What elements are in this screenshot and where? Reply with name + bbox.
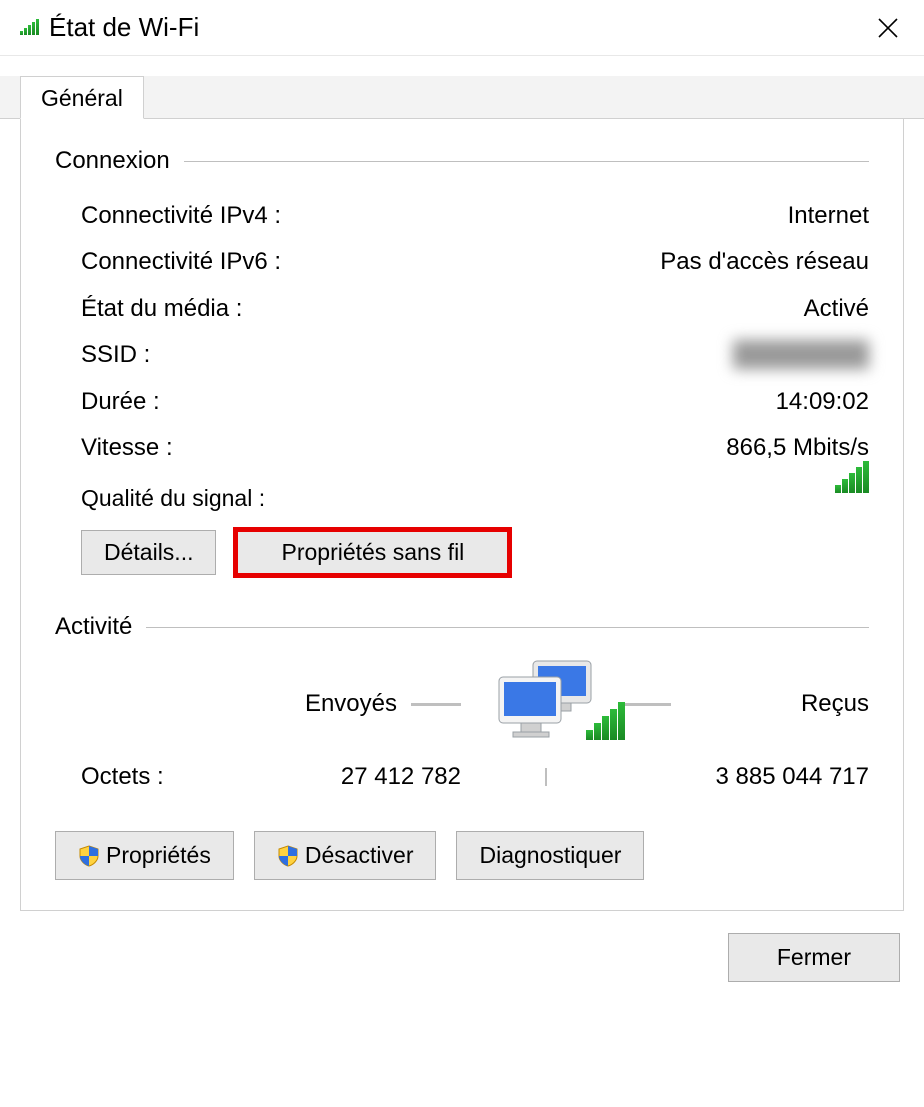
activity-grid: Envoyés [55, 659, 869, 791]
tick-icon [545, 768, 547, 786]
duration-label: Durée : [81, 383, 160, 421]
properties-button-label: Propriétés [106, 842, 211, 869]
sent-label: Envoyés [305, 690, 397, 718]
row-speed: Vitesse : 866,5 Mbits/s [55, 425, 869, 471]
received-label: Reçus [685, 690, 869, 718]
ipv4-label: Connectivité IPv4 : [81, 197, 281, 235]
duration-value: 14:09:02 [776, 383, 869, 421]
row-ipv6: Connectivité IPv6 : Pas d'accès réseau [55, 239, 869, 285]
tab-general[interactable]: Général [20, 76, 144, 119]
close-icon [877, 17, 899, 39]
connection-heading-label: Connexion [55, 147, 170, 175]
dash-icon [621, 703, 671, 706]
bytes-sent-value: 27 412 782 [291, 763, 471, 791]
ssid-label: SSID : [81, 336, 150, 374]
wifi-status-dialog: État de Wi-Fi Général Connexion Connecti… [0, 0, 924, 1012]
window-title: État de Wi-Fi [49, 12, 860, 43]
dash-icon [411, 703, 461, 706]
signal-label: Qualité du signal : [81, 471, 265, 512]
bytes-label: Octets : [81, 763, 291, 791]
shield-icon [277, 845, 299, 867]
signal-bars-icon [586, 702, 625, 747]
ipv6-value: Pas d'accès réseau [660, 243, 869, 281]
ssid-value: ████████ [733, 336, 869, 374]
activity-computers-icon [471, 659, 621, 749]
diagnose-button-label: Diagnostiquer [479, 842, 621, 869]
titlebar: État de Wi-Fi [0, 0, 924, 56]
row-ssid: SSID : ████████ [55, 332, 869, 378]
wireless-properties-button[interactable]: Propriétés sans fil [236, 530, 509, 575]
row-media: État du média : Activé [55, 286, 869, 332]
disable-button[interactable]: Désactiver [254, 831, 437, 880]
tab-content: Connexion Connectivité IPv4 : Internet C… [20, 119, 904, 911]
close-button[interactable] [860, 0, 916, 56]
close-dialog-button[interactable]: Fermer [728, 933, 900, 982]
bytes-received-value: 3 885 044 717 [621, 763, 869, 791]
signal-quality-icon [835, 461, 869, 499]
signal-bars-icon [20, 14, 39, 41]
dialog-footer: Fermer [0, 911, 924, 1012]
row-ipv4: Connectivité IPv4 : Internet [55, 193, 869, 239]
activity-heading: Activité [55, 613, 869, 641]
diagnose-button[interactable]: Diagnostiquer [456, 831, 644, 880]
details-button[interactable]: Détails... [81, 530, 216, 575]
media-label: État du média : [81, 290, 242, 328]
row-signal: Qualité du signal : [55, 471, 869, 512]
tab-bar: Général [0, 76, 924, 119]
activity-heading-label: Activité [55, 613, 132, 641]
ipv4-value: Internet [788, 197, 869, 235]
connection-heading: Connexion [55, 147, 869, 175]
shield-icon [78, 845, 100, 867]
disable-button-label: Désactiver [305, 842, 414, 869]
activity-buttons: Propriétés Désactiver Diagnostiquer [55, 791, 869, 880]
activity-section: Activité Envoyés [55, 613, 869, 880]
speed-label: Vitesse : [81, 429, 173, 467]
divider [146, 627, 869, 628]
row-duration: Durée : 14:09:02 [55, 379, 869, 425]
properties-button[interactable]: Propriétés [55, 831, 234, 880]
ipv6-label: Connectivité IPv6 : [81, 243, 281, 281]
divider [184, 161, 869, 162]
connection-buttons: Détails... Propriétés sans fil [55, 512, 869, 585]
media-value: Activé [804, 290, 869, 328]
